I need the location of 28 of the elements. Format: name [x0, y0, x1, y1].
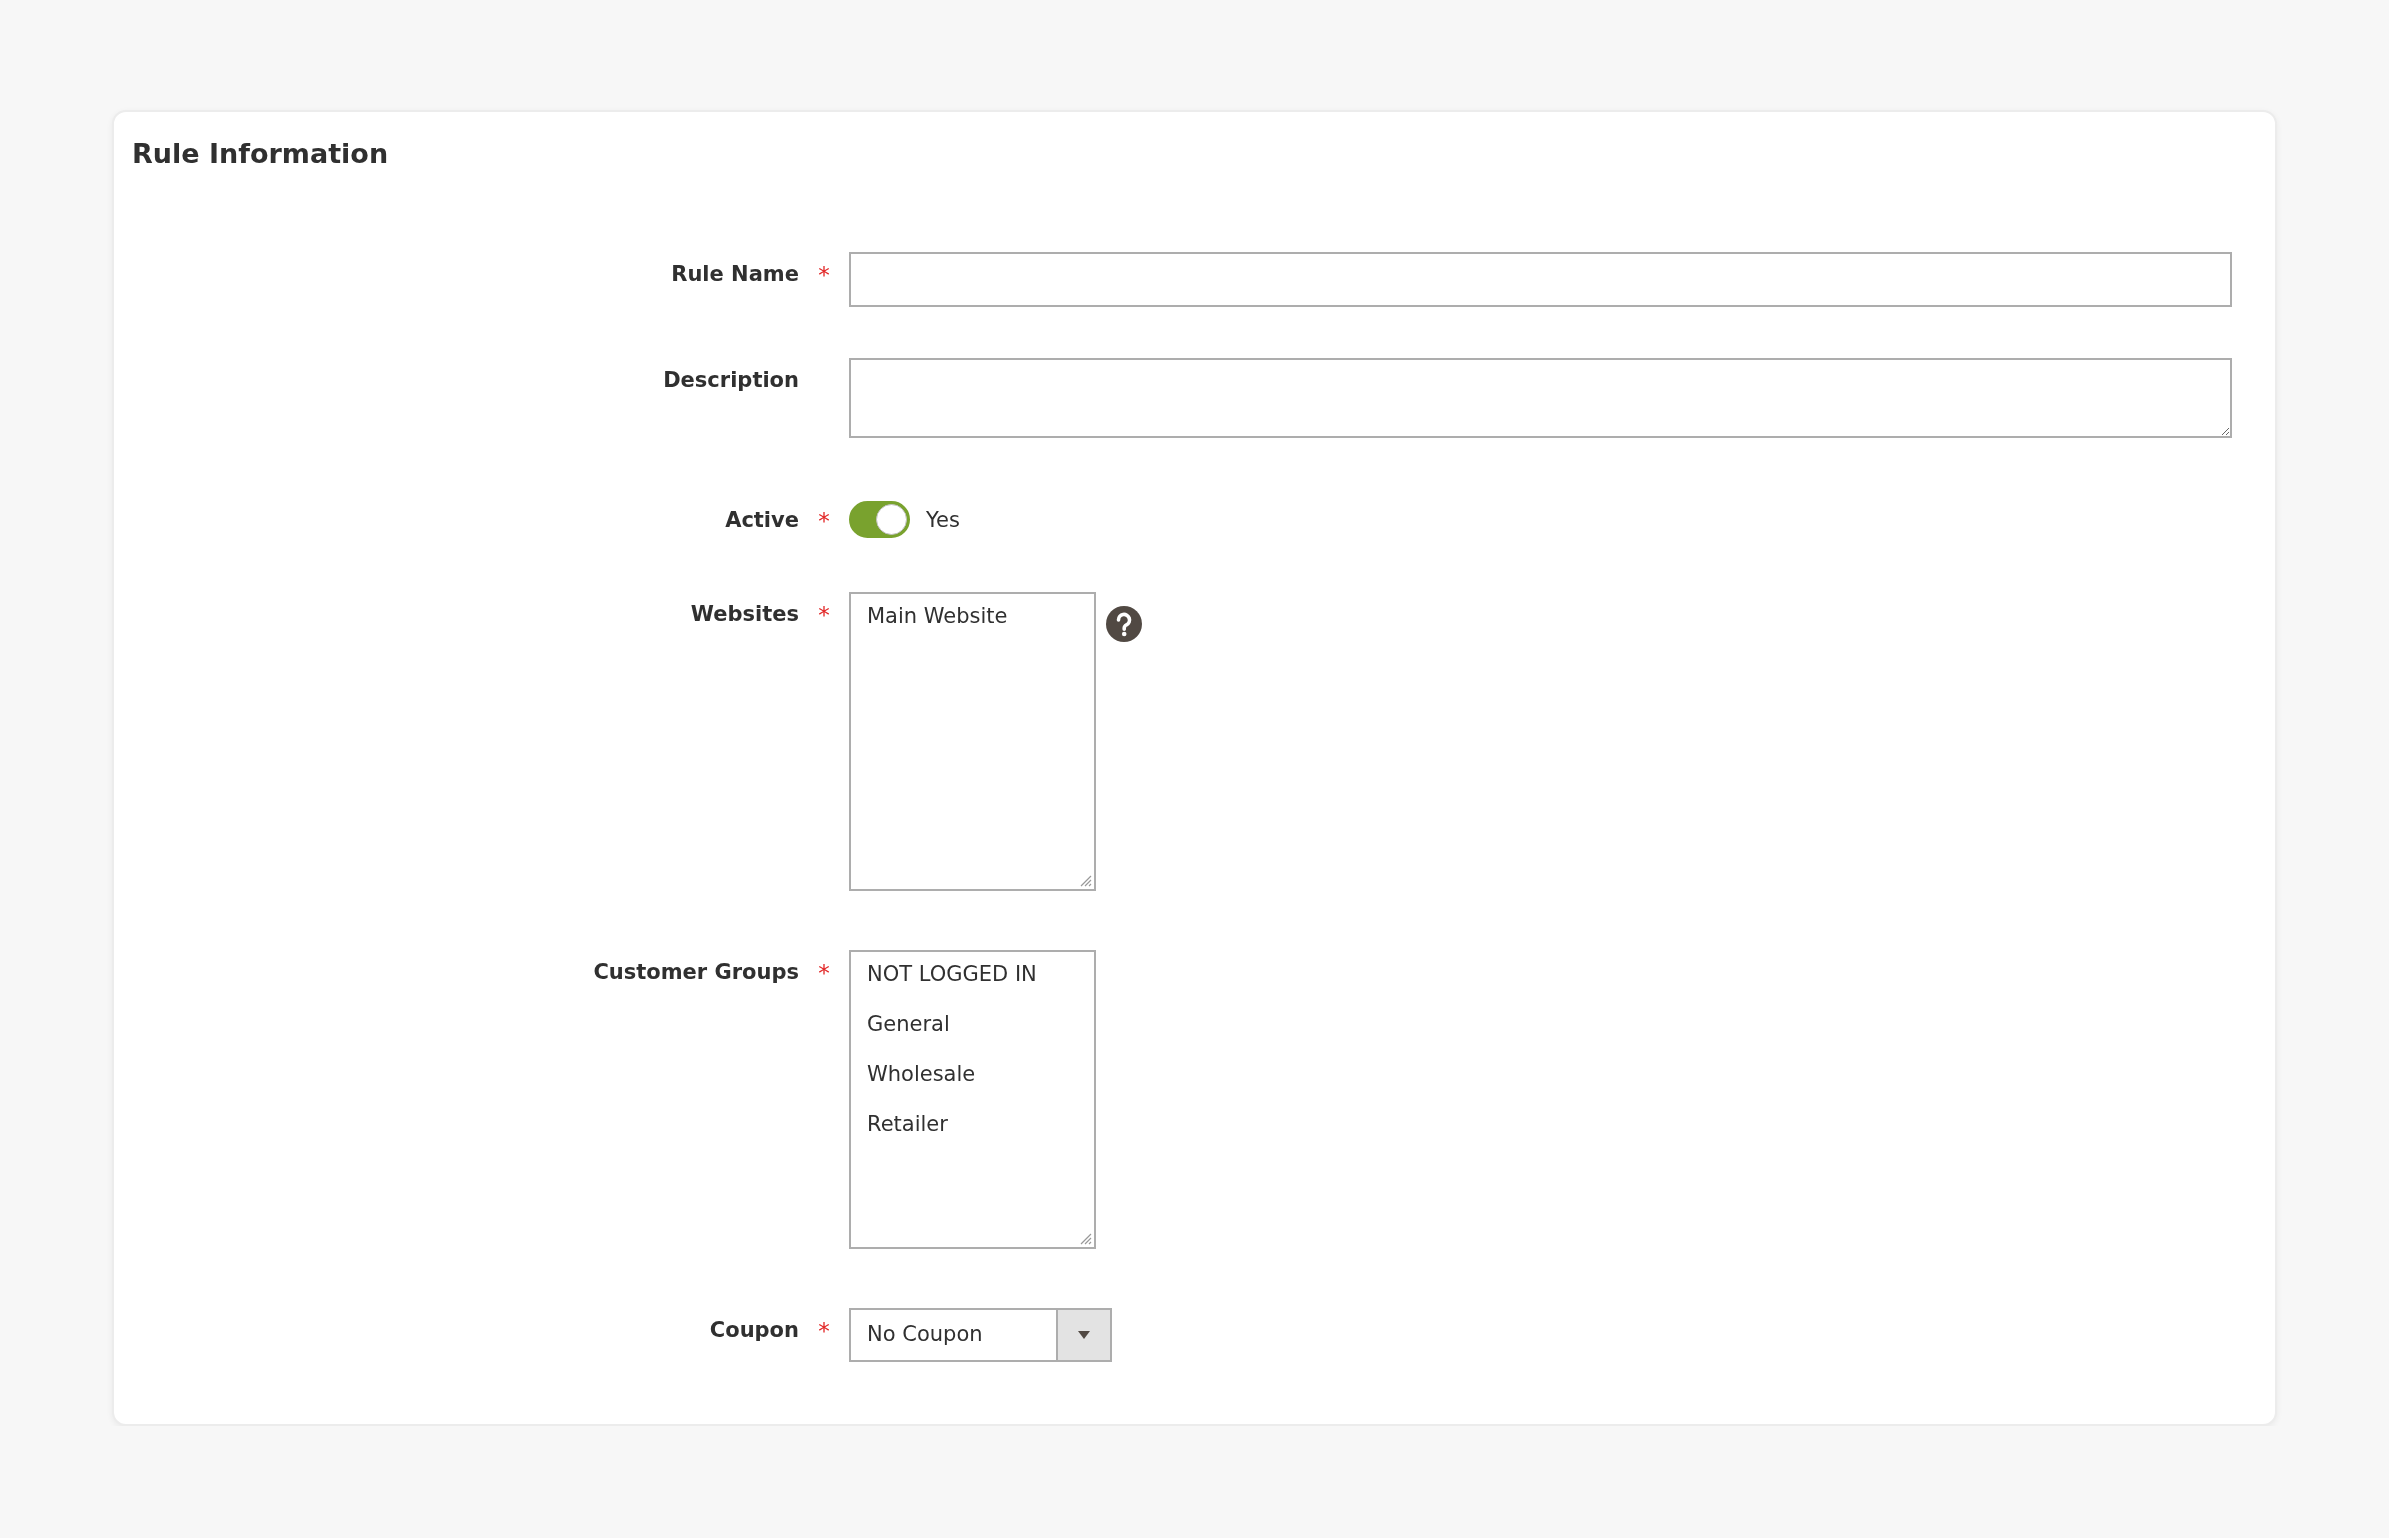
resize-grip-icon[interactable]: [1078, 873, 1092, 887]
help-icon[interactable]: [1106, 606, 1142, 642]
field-label: Rule Name: [671, 262, 799, 286]
caret-icon: [1078, 1331, 1090, 1339]
multiselect-list[interactable]: NOT LOGGED IN General Wholesale Retailer: [849, 950, 1096, 1249]
list-option[interactable]: General: [867, 1008, 1094, 1040]
rule-name-field[interactable]: [849, 252, 2232, 307]
required-mark: *: [818, 1318, 830, 1344]
required-mark: *: [818, 960, 830, 986]
coupon-select[interactable]: No Coupon: [849, 1308, 1112, 1362]
list-option[interactable]: NOT LOGGED IN: [867, 958, 1094, 990]
resize-grip-icon[interactable]: [1078, 1231, 1092, 1245]
field-label: Websites: [690, 602, 799, 626]
section-title: Rule Information: [132, 138, 389, 169]
field-label: Active: [725, 508, 799, 532]
description-field[interactable]: [849, 358, 2232, 438]
field-label: Customer Groups: [593, 960, 799, 984]
field-label: Coupon: [709, 1318, 799, 1342]
field-label: Description: [663, 368, 799, 392]
list-option[interactable]: Wholesale: [867, 1058, 1094, 1090]
toggle-value: Yes: [926, 507, 960, 532]
required-mark: *: [818, 508, 830, 534]
multiselect-list[interactable]: Main Website: [849, 592, 1096, 891]
list-option[interactable]: Main Website: [867, 600, 1094, 632]
required-mark: *: [818, 602, 830, 628]
list-option[interactable]: Retailer: [867, 1108, 1094, 1140]
required-mark: *: [818, 262, 830, 288]
toggle-switch[interactable]: [849, 501, 910, 538]
